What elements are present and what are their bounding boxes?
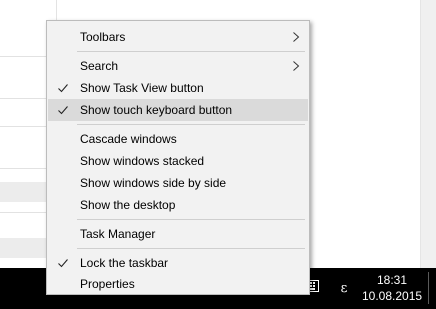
menu-item-task-manager[interactable]: Task Manager bbox=[48, 223, 308, 245]
menu-item-label: Show windows stacked bbox=[80, 154, 205, 168]
menu-item-toolbars[interactable]: Toolbars bbox=[48, 26, 308, 48]
menu-item-label: Show the desktop bbox=[80, 198, 176, 212]
menu-separator bbox=[77, 51, 305, 52]
menu-separator bbox=[77, 248, 305, 249]
desktop-screen: ε 18:31 10.08.2015 Toolbars Search Show … bbox=[0, 0, 436, 309]
chevron-right-icon bbox=[293, 32, 300, 42]
menu-separator bbox=[77, 219, 305, 220]
chevron-right-icon bbox=[293, 61, 300, 71]
background-window-content bbox=[308, 0, 436, 268]
checkmark-icon bbox=[58, 84, 68, 93]
menu-item-show-task-view-button[interactable]: Show Task View button bbox=[48, 77, 308, 99]
menu-item-cascade-windows[interactable]: Cascade windows bbox=[48, 128, 308, 150]
menu-item-label: Cascade windows bbox=[80, 132, 177, 146]
background-scrollbar[interactable] bbox=[420, 0, 436, 268]
menu-item-label: Toolbars bbox=[80, 30, 126, 44]
menu-item-label: Show touch keyboard button bbox=[80, 103, 233, 117]
checkmark-icon bbox=[58, 106, 68, 115]
clock-time: 18:31 bbox=[376, 273, 408, 287]
input-indicator[interactable]: ε bbox=[337, 281, 351, 297]
show-desktop-divider bbox=[428, 272, 429, 304]
clock-date: 10.08.2015 bbox=[362, 289, 423, 303]
menu-item-search[interactable]: Search bbox=[48, 55, 308, 77]
menu-item-show-windows-side-by-side[interactable]: Show windows side by side bbox=[48, 172, 308, 194]
menu-item-label: Properties bbox=[80, 277, 135, 291]
checkmark-icon bbox=[58, 259, 68, 268]
menu-item-show-the-desktop[interactable]: Show the desktop bbox=[48, 194, 308, 216]
menu-item-label: Lock the taskbar bbox=[80, 256, 169, 270]
tray-clock[interactable]: 18:31 10.08.2015 bbox=[362, 272, 422, 306]
menu-item-label: Task Manager bbox=[80, 227, 156, 241]
menu-item-label: Show Task View button bbox=[80, 81, 204, 95]
taskbar-context-menu: Toolbars Search Show Task View button Sh… bbox=[46, 20, 310, 295]
menu-item-label: Show windows side by side bbox=[80, 176, 227, 190]
menu-item-label: Search bbox=[80, 59, 119, 73]
menu-item-show-touch-keyboard-button[interactable]: Show touch keyboard button bbox=[48, 99, 308, 121]
menu-separator bbox=[77, 124, 305, 125]
menu-item-properties[interactable]: Properties bbox=[48, 273, 308, 295]
menu-item-lock-the-taskbar[interactable]: Lock the taskbar bbox=[48, 252, 308, 274]
menu-item-show-windows-stacked[interactable]: Show windows stacked bbox=[48, 150, 308, 172]
